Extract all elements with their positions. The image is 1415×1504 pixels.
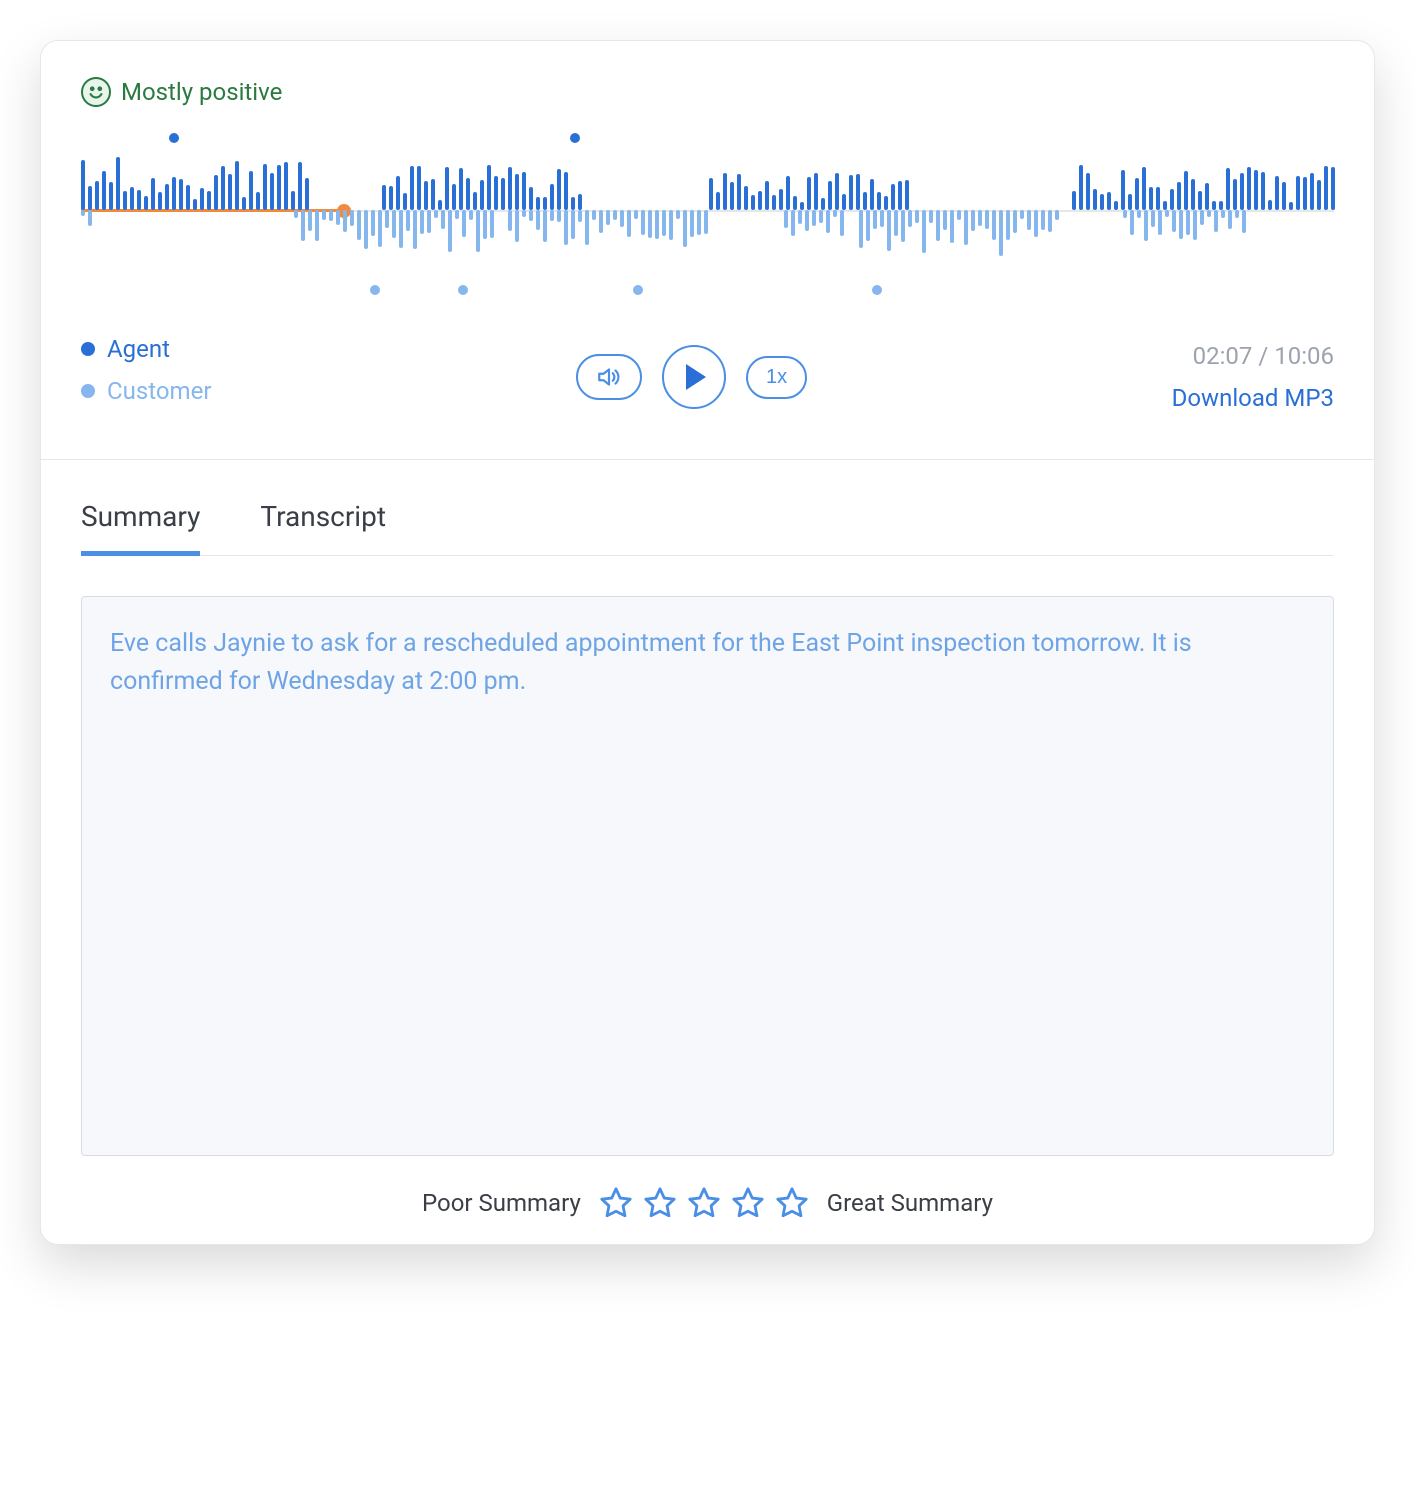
audio-waveform[interactable] bbox=[81, 125, 1334, 305]
rating-star[interactable] bbox=[775, 1186, 809, 1220]
rating-star[interactable] bbox=[643, 1186, 677, 1220]
speaker-legend: Agent Customer bbox=[81, 335, 211, 419]
playback-controls: 1x bbox=[576, 345, 807, 409]
tabs: Summary Transcript bbox=[81, 500, 1334, 556]
rating-star[interactable] bbox=[731, 1186, 765, 1220]
legend-customer: Customer bbox=[81, 377, 211, 405]
star-row bbox=[599, 1186, 809, 1220]
tab-transcript[interactable]: Transcript bbox=[260, 500, 386, 555]
rating-poor-label: Poor Summary bbox=[422, 1189, 581, 1217]
summary-text: Eve calls Jaynie to ask for a reschedule… bbox=[110, 629, 1192, 696]
call-analysis-card: Mostly positive Agent Customer bbox=[40, 40, 1375, 1245]
play-icon bbox=[686, 364, 706, 390]
dot-icon bbox=[81, 384, 95, 398]
play-button[interactable] bbox=[662, 345, 726, 409]
sentiment-label: Mostly positive bbox=[121, 78, 282, 106]
summary-rating: Poor Summary Great Summary bbox=[81, 1186, 1334, 1220]
tab-summary[interactable]: Summary bbox=[81, 500, 200, 556]
speed-label: 1x bbox=[766, 366, 787, 389]
playback-time: 02:07 / 10:06 bbox=[1172, 342, 1334, 370]
section-divider bbox=[41, 459, 1374, 460]
legend-agent: Agent bbox=[81, 335, 211, 363]
speed-button[interactable]: 1x bbox=[746, 356, 807, 399]
legend-customer-label: Customer bbox=[107, 377, 211, 405]
waveform-bars bbox=[81, 125, 1334, 305]
smiley-icon bbox=[81, 77, 111, 107]
dot-icon bbox=[81, 342, 95, 356]
duration: 10:06 bbox=[1274, 342, 1334, 370]
volume-button[interactable] bbox=[576, 354, 642, 400]
rating-star[interactable] bbox=[599, 1186, 633, 1220]
summary-box: Eve calls Jaynie to ask for a reschedule… bbox=[81, 596, 1334, 1156]
sentiment-indicator: Mostly positive bbox=[81, 77, 1334, 107]
position: 02:07 bbox=[1193, 342, 1253, 370]
legend-agent-label: Agent bbox=[107, 335, 170, 363]
player-meta: 02:07 / 10:06 Download MP3 bbox=[1172, 342, 1334, 412]
rating-star[interactable] bbox=[687, 1186, 721, 1220]
rating-great-label: Great Summary bbox=[827, 1189, 993, 1217]
player-controls-row: Agent Customer 1x bbox=[81, 335, 1334, 419]
download-link[interactable]: Download MP3 bbox=[1172, 384, 1334, 412]
